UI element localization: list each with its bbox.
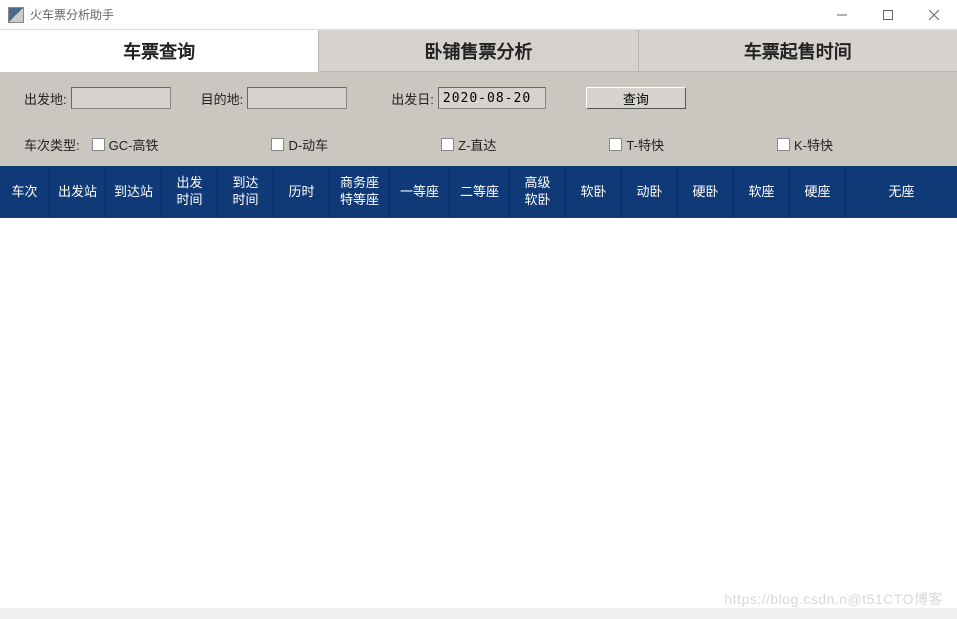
col-duration: 历时	[274, 166, 330, 218]
col-soft-sleeper: 软卧	[566, 166, 622, 218]
checkbox-z[interactable]: Z-直达	[441, 135, 496, 154]
col-second-class: 二等座	[450, 166, 510, 218]
destination-input[interactable]	[247, 87, 347, 109]
checkbox-label: GC-高铁	[109, 135, 159, 154]
checkbox-icon	[92, 138, 105, 151]
col-departure-station: 出发站	[50, 166, 106, 218]
window-title: 火车票分析助手	[30, 6, 114, 23]
col-arrival-time: 到达 时间	[218, 166, 274, 218]
tab-label: 车票查询	[123, 38, 195, 64]
close-icon	[929, 10, 939, 20]
date-input[interactable]	[438, 87, 546, 109]
maximize-icon	[883, 10, 893, 20]
tab-label: 车票起售时间	[744, 38, 852, 64]
checkbox-label: K-特快	[794, 135, 833, 154]
table-body	[0, 218, 957, 608]
search-panel: 出发地: 目的地: 出发日: 查询 车次类型: GC-高铁 D-动车	[0, 72, 957, 166]
departure-group: 出发地:	[24, 87, 171, 109]
destination-label: 目的地:	[201, 89, 244, 108]
checkbox-icon	[777, 138, 790, 151]
col-train-no: 车次	[0, 166, 50, 218]
search-row-fields: 出发地: 目的地: 出发日: 查询	[24, 82, 933, 114]
col-arrival-station: 到达站	[106, 166, 162, 218]
tab-sale-time[interactable]: 车票起售时间	[639, 30, 957, 72]
window-controls	[819, 0, 957, 30]
date-group: 出发日:	[391, 87, 546, 109]
app-icon	[8, 7, 24, 23]
tab-ticket-query[interactable]: 车票查询	[0, 30, 319, 72]
tab-bar: 车票查询 卧铺售票分析 车票起售时间	[0, 30, 957, 72]
tab-sleeper-analysis[interactable]: 卧铺售票分析	[319, 30, 638, 72]
maximize-button[interactable]	[865, 0, 911, 30]
col-premium-soft-sleeper: 高级 软卧	[510, 166, 566, 218]
train-type-label: 车次类型:	[24, 135, 80, 154]
col-soft-seat: 软座	[734, 166, 790, 218]
col-hard-seat: 硬座	[790, 166, 846, 218]
destination-group: 目的地:	[201, 87, 348, 109]
col-business-seat: 商务座 特等座	[330, 166, 390, 218]
minimize-icon	[837, 10, 847, 20]
checkbox-icon	[441, 138, 454, 151]
col-hard-sleeper: 硬卧	[678, 166, 734, 218]
checkbox-icon	[609, 138, 622, 151]
checkbox-gc[interactable]: GC-高铁	[92, 135, 159, 154]
checkbox-t[interactable]: T-特快	[609, 135, 664, 154]
checkbox-label: D-动车	[288, 135, 328, 154]
close-button[interactable]	[911, 0, 957, 30]
col-first-class: 一等座	[390, 166, 450, 218]
date-label: 出发日:	[391, 89, 434, 108]
titlebar: 火车票分析助手	[0, 0, 957, 30]
checkbox-icon	[271, 138, 284, 151]
col-emu-sleeper: 动卧	[622, 166, 678, 218]
watermark: https://blog.csdn.n@t51CTO博客	[724, 589, 943, 609]
checkbox-k[interactable]: K-特快	[777, 135, 833, 154]
col-departure-time: 出发 时间	[162, 166, 218, 218]
checkbox-d[interactable]: D-动车	[271, 135, 328, 154]
departure-input[interactable]	[71, 87, 171, 109]
table-header: 车次 出发站 到达站 出发 时间 到达 时间 历时 商务座 特等座 一等座 二等…	[0, 166, 957, 218]
minimize-button[interactable]	[819, 0, 865, 30]
search-button[interactable]: 查询	[586, 87, 686, 109]
checkbox-label: T-特快	[626, 135, 664, 154]
col-no-seat: 无座	[846, 166, 957, 218]
train-type-row: 车次类型: GC-高铁 D-动车 Z-直达 T-特快 K-特快	[24, 128, 933, 160]
tab-label: 卧铺售票分析	[424, 38, 532, 64]
departure-label: 出发地:	[24, 89, 67, 108]
checkbox-label: Z-直达	[458, 135, 496, 154]
